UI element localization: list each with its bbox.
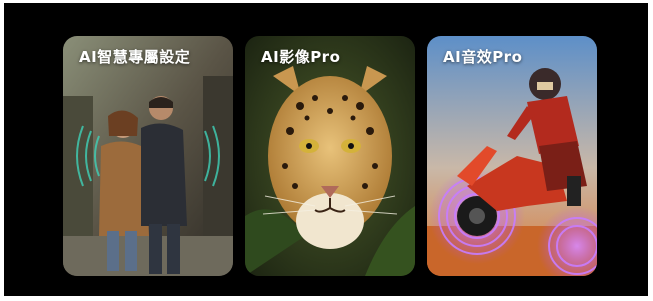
card-title: AI智慧專屬設定 bbox=[79, 48, 191, 66]
feature-card-ai-image-pro[interactable]: AI影像Pro bbox=[245, 36, 415, 276]
couple-walking-street-image bbox=[63, 36, 233, 276]
card-title: AI音效Pro bbox=[443, 48, 523, 66]
feature-card-ai-sound-pro[interactable]: AI音效Pro bbox=[427, 36, 597, 276]
motocross-rider-image bbox=[427, 36, 597, 276]
feature-banner: AI智慧專屬設定 AI影像Pro AI音效Pro bbox=[4, 3, 648, 296]
card-title: AI影像Pro bbox=[261, 48, 341, 66]
feature-card-ai-smart-settings[interactable]: AI智慧專屬設定 bbox=[63, 36, 233, 276]
leopard-portrait-image bbox=[245, 36, 415, 276]
